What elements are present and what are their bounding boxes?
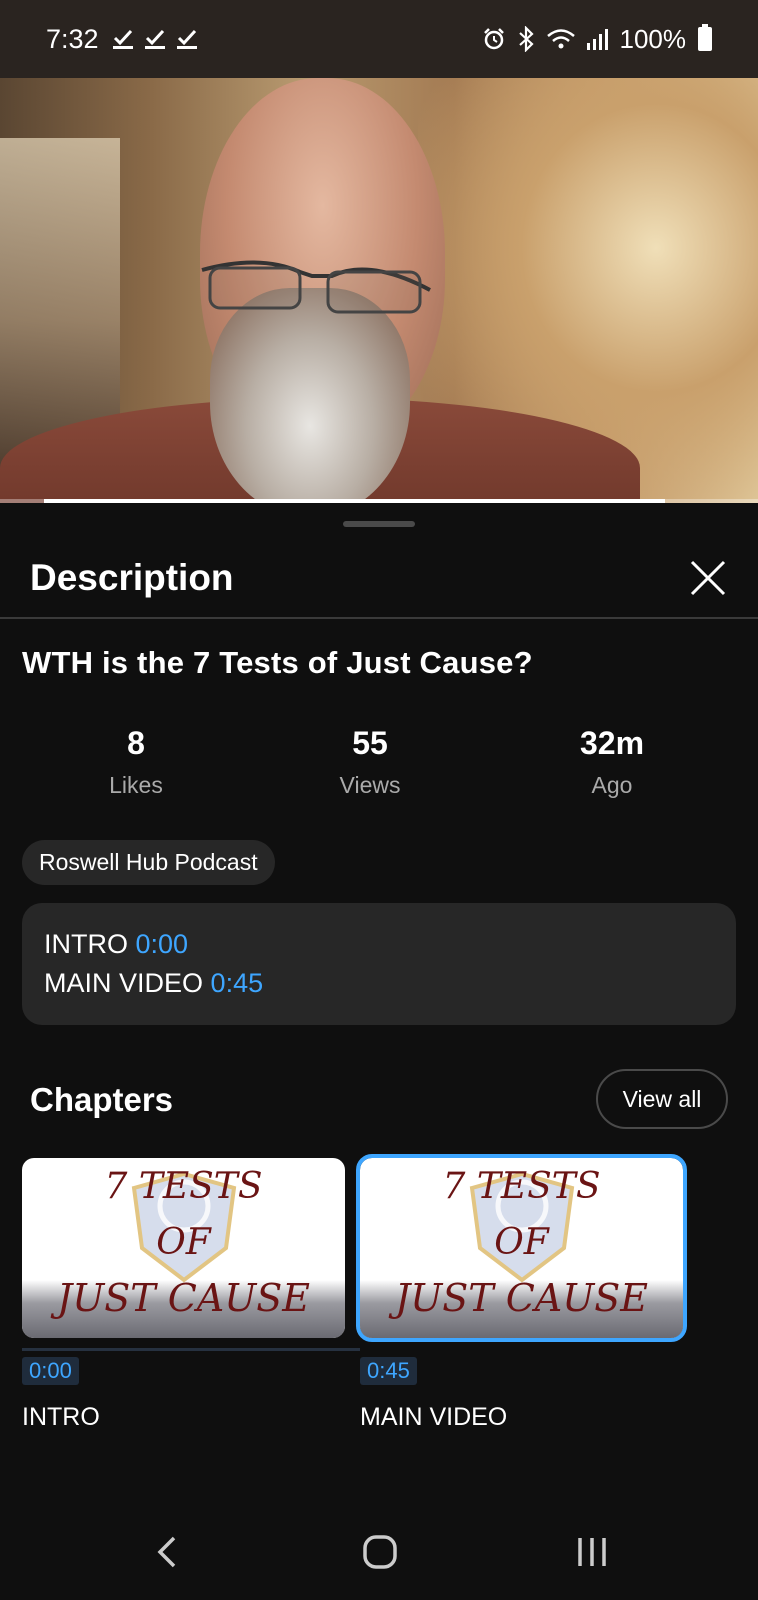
notification-icons bbox=[112, 28, 197, 50]
drag-handle[interactable] bbox=[343, 521, 415, 527]
chapter-thumbnail[interactable]: 7 TESTS OF JUST CAUSE bbox=[22, 1158, 345, 1338]
chapter-track bbox=[22, 1348, 360, 1351]
channel-tag[interactable]: Roswell Hub Podcast bbox=[22, 840, 275, 885]
recent-apps-icon[interactable] bbox=[574, 1532, 610, 1577]
views-label: Views bbox=[339, 772, 401, 798]
chapter-label: INTRO bbox=[22, 1403, 100, 1431]
view-all-button[interactable]: View all bbox=[596, 1069, 728, 1129]
chapter-card[interactable]: 7 TESTS OF JUST CAUSE bbox=[356, 1154, 687, 1342]
chapters-title: Chapters bbox=[30, 1081, 174, 1118]
thumbnail-text: OF bbox=[494, 1222, 549, 1263]
check-icon bbox=[112, 28, 133, 50]
description-text: INTRO 0:00 MAIN VIDEO 0:45 bbox=[22, 903, 736, 1025]
video-frame-glasses bbox=[201, 260, 431, 314]
likes-count: 8 bbox=[127, 725, 145, 761]
thumbnail-text: 7 TESTS bbox=[104, 1166, 263, 1207]
chapter-timestamp: 0:45 bbox=[360, 1357, 417, 1385]
video-player[interactable] bbox=[0, 78, 758, 503]
navigation-bar bbox=[0, 1508, 758, 1600]
age-value: 32m bbox=[579, 725, 645, 761]
thumbnail-text: JUST CAUSE bbox=[56, 1276, 311, 1320]
back-icon[interactable] bbox=[152, 1532, 182, 1577]
likes-label: Likes bbox=[109, 772, 163, 798]
age-label: Ago bbox=[591, 772, 633, 798]
system-icons: 100% bbox=[482, 23, 712, 55]
status-bar: 7:32 100% bbox=[0, 0, 758, 78]
status-time: 7:32 bbox=[46, 23, 99, 54]
description-line: INTRO 0:00 bbox=[44, 925, 714, 964]
description-line-text: INTRO bbox=[44, 929, 128, 959]
description-panel: Description WTH is the 7 Tests of Just C… bbox=[0, 503, 758, 1508]
views-stat: 55 Views bbox=[270, 725, 470, 799]
likes-stat: 8 Likes bbox=[36, 725, 236, 799]
timestamp-link[interactable]: 0:45 bbox=[211, 968, 264, 998]
home-icon[interactable] bbox=[362, 1532, 398, 1577]
description-line-text: MAIN VIDEO bbox=[44, 968, 204, 998]
views-count: 55 bbox=[352, 725, 388, 761]
chapter-timestamp: 0:00 bbox=[22, 1357, 79, 1385]
panel-header: Description bbox=[0, 539, 758, 619]
video-title: WTH is the 7 Tests of Just Cause? bbox=[22, 645, 533, 680]
video-frame-beard bbox=[210, 288, 410, 503]
alarm-icon bbox=[482, 27, 506, 51]
age-stat: 32m Ago bbox=[512, 725, 712, 799]
thumbnail-text: 7 TESTS bbox=[442, 1166, 601, 1207]
wifi-icon bbox=[546, 27, 576, 51]
description-line: MAIN VIDEO 0:45 bbox=[44, 964, 714, 1003]
thumbnail-text: JUST CAUSE bbox=[394, 1276, 649, 1320]
battery-level: 100% bbox=[619, 23, 687, 54]
bluetooth-icon bbox=[516, 26, 536, 52]
timestamp-link[interactable]: 0:00 bbox=[136, 929, 189, 959]
panel-title: Description bbox=[30, 557, 234, 598]
battery-icon bbox=[698, 24, 712, 51]
close-icon[interactable] bbox=[688, 558, 728, 598]
chapter-card[interactable]: 7 TESTS OF JUST CAUSE bbox=[22, 1158, 345, 1338]
video-stats: 8 Likes 55 Views 32m Ago bbox=[0, 725, 758, 805]
chapters-header: Chapters View all bbox=[0, 1069, 758, 1129]
check-icon bbox=[176, 28, 197, 50]
chapter-label: MAIN VIDEO bbox=[360, 1403, 508, 1431]
chapter-thumbnail-selected[interactable]: 7 TESTS OF JUST CAUSE bbox=[356, 1154, 687, 1342]
signal-icon bbox=[586, 27, 610, 51]
check-icon bbox=[144, 28, 165, 50]
thumbnail-text: OF bbox=[156, 1222, 211, 1263]
